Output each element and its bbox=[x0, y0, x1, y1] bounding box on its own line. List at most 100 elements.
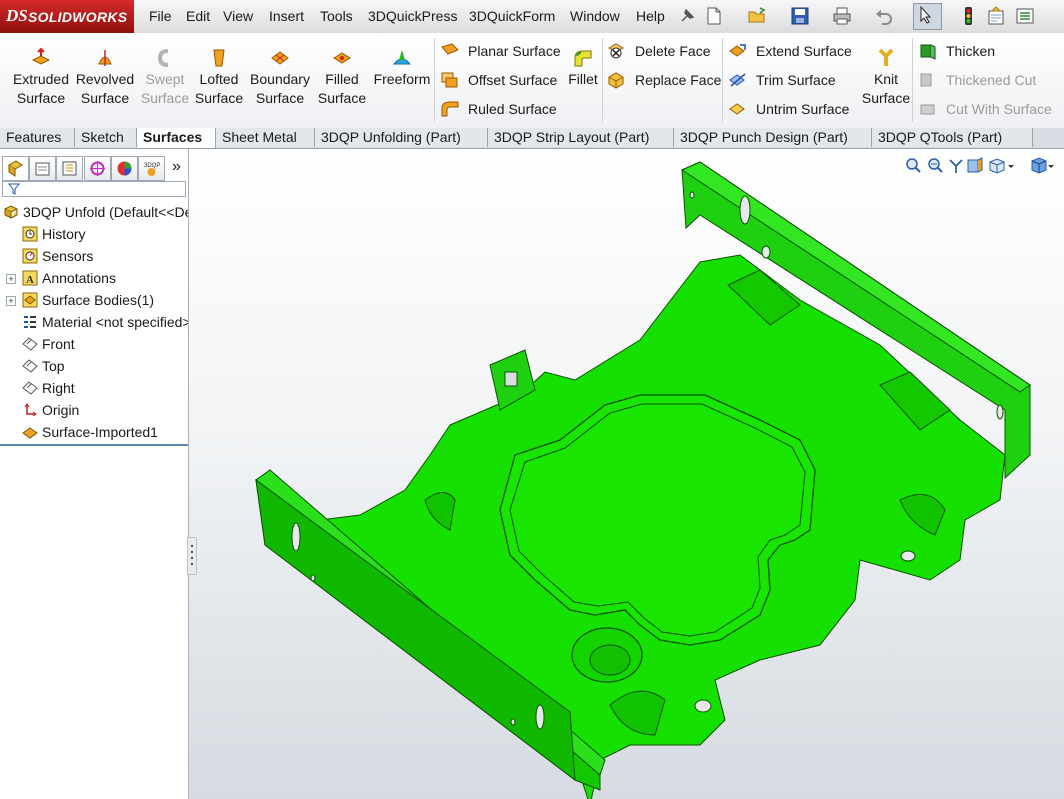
tree-item-label: History bbox=[42, 226, 86, 242]
solidworks-logo[interactable]: DS SOLIDWORKS bbox=[0, 0, 134, 33]
expand-toggle-icon[interactable]: + bbox=[6, 274, 16, 284]
options-icon[interactable] bbox=[985, 5, 1007, 27]
undo-icon[interactable] bbox=[873, 5, 895, 27]
tree-item-right-plane[interactable]: Right bbox=[0, 377, 188, 399]
customize-icon[interactable] bbox=[1014, 5, 1036, 27]
extend-surface-button[interactable]: Extend Surface bbox=[728, 40, 852, 62]
revolved-surface-button[interactable]: Revolved Surface bbox=[73, 46, 137, 108]
menu-edit[interactable]: Edit bbox=[186, 8, 210, 24]
lofted-surface-button[interactable]: Lofted Surface bbox=[192, 46, 246, 108]
more-tabs-chevron-icon[interactable]: » bbox=[172, 158, 181, 176]
menu-tools[interactable]: Tools bbox=[320, 8, 353, 24]
menu-window[interactable]: Window bbox=[570, 8, 620, 24]
tree-item-label: Sensors bbox=[42, 248, 94, 264]
tree-item-front-plane[interactable]: Front bbox=[0, 333, 188, 355]
tab-surfaces[interactable]: Surfaces bbox=[137, 128, 216, 148]
print-icon[interactable] bbox=[831, 5, 853, 27]
mounting-hole bbox=[996, 404, 1004, 420]
save-icon[interactable] bbox=[789, 5, 811, 27]
expand-toggle-icon[interactable]: + bbox=[6, 296, 16, 306]
mounting-hole bbox=[761, 245, 771, 259]
swept-surface-label: Swept Surface bbox=[140, 71, 190, 106]
open-icon[interactable] bbox=[746, 5, 768, 27]
swept-surface-button[interactable]: Swept Surface bbox=[138, 46, 192, 108]
filled-surface-button[interactable]: Filled Surface bbox=[314, 46, 370, 108]
menu-3dquickpress[interactable]: 3DQuickPress bbox=[368, 8, 457, 24]
planar-surface-label: Planar Surface bbox=[468, 43, 561, 59]
ds-logo-mark: DS bbox=[6, 6, 28, 25]
material-icon bbox=[24, 316, 36, 328]
offset-surface-button[interactable]: Offset Surface bbox=[440, 69, 557, 91]
tree-item-label: Right bbox=[42, 380, 75, 396]
tab-3dqp-punch-design[interactable]: 3DQP Punch Design (Part) bbox=[674, 128, 872, 147]
tab-features[interactable]: Features bbox=[0, 128, 75, 147]
configuration-manager-icon bbox=[62, 161, 77, 176]
tree-item-material[interactable]: Material <not specified> bbox=[0, 311, 188, 333]
tab-3dqp-strip-layout[interactable]: 3DQP Strip Layout (Part) bbox=[488, 128, 674, 147]
sensors-icon bbox=[22, 248, 38, 264]
mounting-hole bbox=[510, 718, 516, 726]
dimxpert-manager-tab[interactable] bbox=[84, 156, 111, 181]
new-document-icon[interactable] bbox=[703, 5, 725, 27]
extruded-surface-label: Extruded Surface bbox=[12, 71, 70, 106]
sheet-metal-part-model[interactable] bbox=[189, 149, 1064, 799]
tab-slot bbox=[504, 371, 518, 387]
configuration-manager-tab[interactable] bbox=[56, 156, 83, 181]
tree-item-history[interactable]: History bbox=[0, 223, 188, 245]
tab-sheet-metal[interactable]: Sheet Metal bbox=[216, 128, 315, 147]
fillet-button[interactable]: Fillet bbox=[563, 46, 603, 89]
property-manager-tab[interactable] bbox=[29, 156, 56, 181]
tree-item-annotations[interactable]: + A Annotations bbox=[0, 267, 188, 289]
boundary-surface-button[interactable]: Boundary Surface bbox=[248, 46, 312, 108]
boundary-surface-icon bbox=[271, 51, 289, 65]
trim-surface-button[interactable]: Trim Surface bbox=[728, 69, 836, 91]
boundary-surface-label: Boundary Surface bbox=[250, 71, 310, 106]
thicken-button[interactable]: Thicken bbox=[918, 40, 995, 62]
tree-item-origin[interactable]: Origin bbox=[0, 399, 188, 421]
pin-icon[interactable] bbox=[676, 5, 698, 27]
ribbon-separator bbox=[434, 38, 435, 122]
menu-view[interactable]: View bbox=[223, 8, 253, 24]
planar-surface-button[interactable]: Planar Surface bbox=[440, 40, 561, 62]
untrim-surface-button[interactable]: Untrim Surface bbox=[728, 98, 849, 120]
tree-item-label: Annotations bbox=[42, 270, 116, 286]
freeform-button[interactable]: Freeform bbox=[371, 46, 433, 89]
tree-filter[interactable] bbox=[2, 181, 186, 197]
menu-file[interactable]: File bbox=[149, 8, 172, 24]
ribbon-separator bbox=[722, 38, 723, 122]
tree-item-label: Origin bbox=[42, 402, 80, 418]
menu-insert[interactable]: Insert bbox=[269, 8, 304, 24]
menu-help[interactable]: Help bbox=[636, 8, 665, 24]
rebuild-icon[interactable] bbox=[957, 5, 979, 27]
tree-item-surface-imported[interactable]: Surface-Imported1 bbox=[0, 421, 188, 443]
3dqp-manager-tab[interactable]: 3DQP bbox=[138, 156, 165, 181]
ruled-surface-icon bbox=[441, 101, 459, 117]
menu-3dquickform[interactable]: 3DQuickForm bbox=[469, 8, 555, 24]
display-manager-tab[interactable] bbox=[111, 156, 138, 181]
delete-face-button[interactable]: Delete Face bbox=[607, 40, 710, 62]
select-icon[interactable] bbox=[913, 3, 942, 30]
replace-face-button[interactable]: Replace Face bbox=[607, 69, 721, 91]
ruled-surface-label: Ruled Surface bbox=[468, 101, 557, 117]
thickened-cut-button[interactable]: Thickened Cut bbox=[918, 69, 1036, 91]
thicken-icon bbox=[920, 44, 936, 60]
ruled-surface-button[interactable]: Ruled Surface bbox=[440, 98, 557, 120]
extruded-surface-button[interactable]: Extruded Surface bbox=[8, 46, 74, 108]
tree-item-top-plane[interactable]: Top bbox=[0, 355, 188, 377]
plane-icon bbox=[22, 359, 38, 373]
plane-icon bbox=[22, 381, 38, 395]
knit-surface-button[interactable]: Knit Surface bbox=[860, 46, 912, 108]
tab-3dqp-qtools[interactable]: 3DQP QTools (Part) bbox=[872, 128, 1033, 147]
revolved-surface-icon bbox=[98, 50, 112, 66]
cut-with-surface-button[interactable]: Cut With Surface bbox=[918, 98, 1052, 120]
tree-item-label: Material <not specified> bbox=[42, 314, 188, 330]
panel-splitter-handle[interactable] bbox=[187, 537, 197, 575]
feature-manager-tab[interactable] bbox=[2, 156, 29, 181]
tree-item-surface-bodies[interactable]: + Surface Bodies(1) bbox=[0, 289, 188, 311]
tree-item-sensors[interactable]: Sensors bbox=[0, 245, 188, 267]
cut-with-surface-icon bbox=[920, 104, 935, 115]
tree-item-label: Top bbox=[42, 358, 65, 374]
tree-root-part[interactable]: 3DQP Unfold (Default<<Default> bbox=[0, 201, 188, 223]
tab-sketch[interactable]: Sketch bbox=[75, 128, 137, 147]
tab-3dqp-unfolding[interactable]: 3DQP Unfolding (Part) bbox=[315, 128, 488, 147]
